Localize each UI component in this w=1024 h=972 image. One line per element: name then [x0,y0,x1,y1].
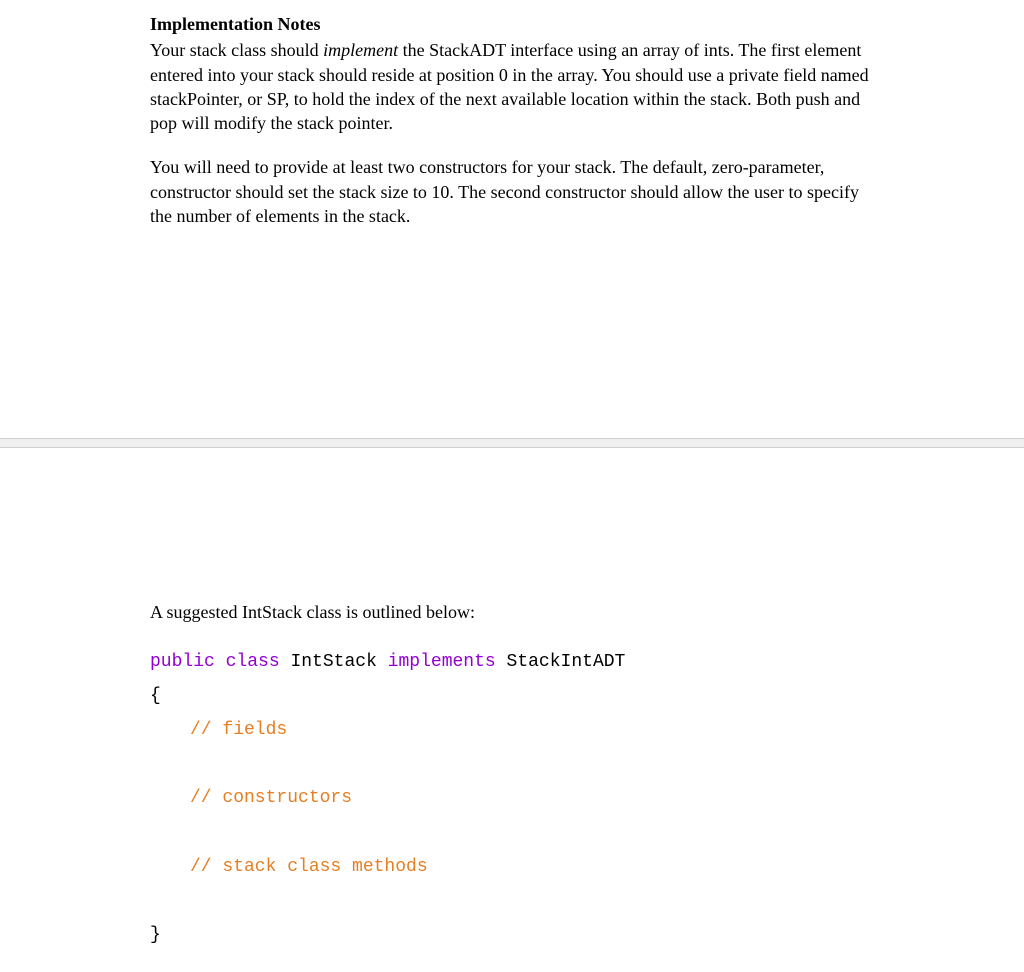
classname: IntStack [290,652,376,672]
paragraph-2: You will need to provide at least two co… [150,155,874,228]
keyword-class: class [226,652,280,672]
brace-close: } [150,925,161,945]
comment-constructors: // constructors [190,788,352,808]
code-intro: A suggested IntStack class is outlined b… [150,600,874,624]
page-divider [0,438,1024,448]
section-implementation-notes: Implementation Notes Your stack class sh… [0,0,1024,268]
comment-methods: // stack class methods [190,857,428,877]
keyword-public: public [150,652,215,672]
comment-fields: // fields [190,720,287,740]
paragraph-1: Your stack class should implement the St… [150,38,874,135]
interfacename: StackIntADT [507,652,626,672]
heading-implementation-notes: Implementation Notes [150,12,874,36]
code-block: public class IntStack implements StackIn… [150,645,874,953]
para1-pre: Your stack class should [150,40,323,60]
section-code-outline: A suggested IntStack class is outlined b… [0,588,1024,972]
keyword-implements: implements [388,652,496,672]
brace-open: { [150,686,161,706]
para1-emphasis: implement [323,40,398,60]
